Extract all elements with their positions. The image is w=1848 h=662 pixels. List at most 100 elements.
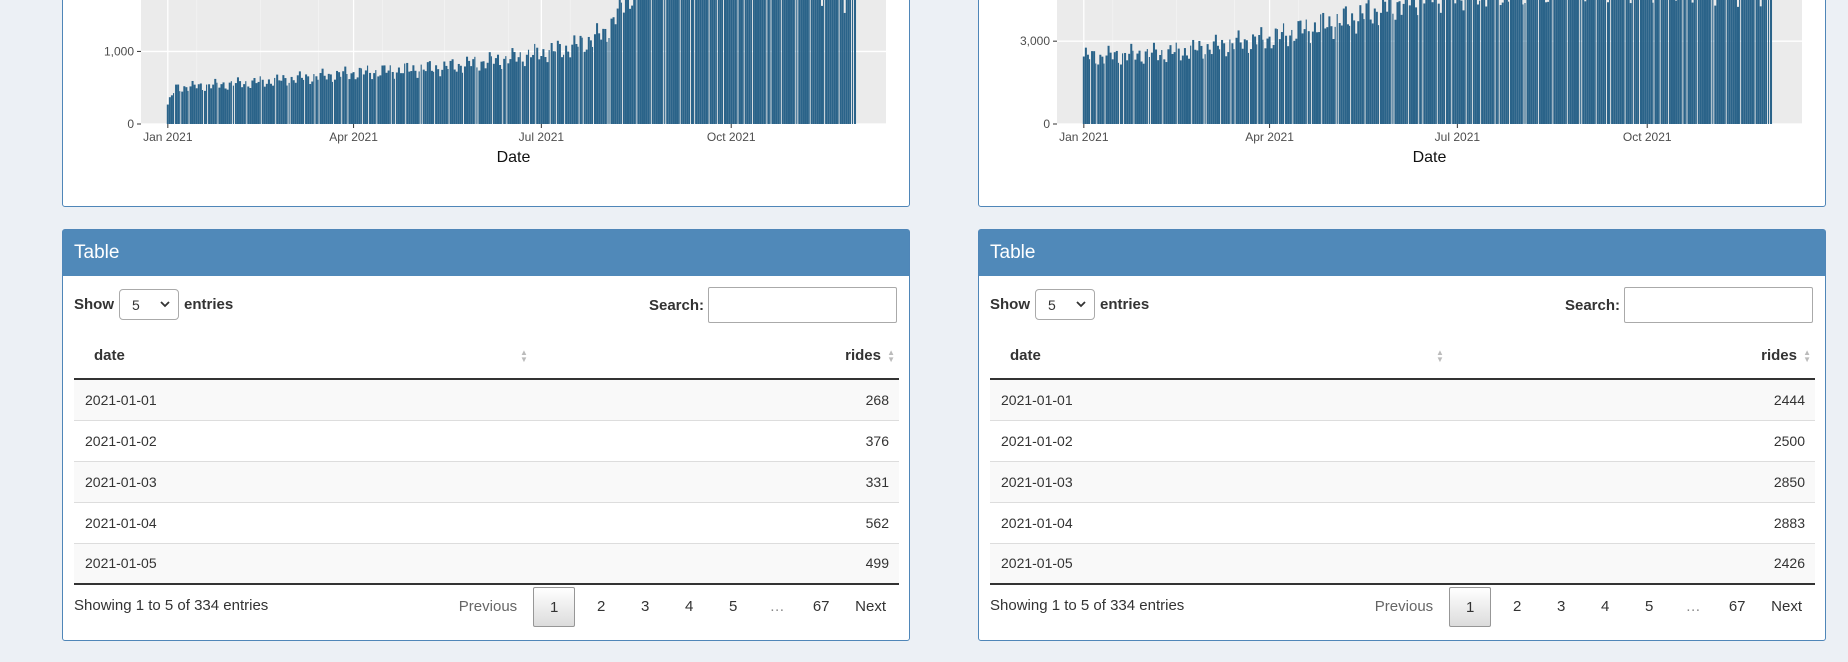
- bar: [290, 76, 293, 124]
- bar: [1117, 62, 1120, 124]
- bar: [1611, 0, 1614, 124]
- x-tick-label: Apr 2021: [1245, 130, 1294, 144]
- page-button-3[interactable]: 3: [1539, 587, 1583, 627]
- bar: [1493, 0, 1495, 124]
- next-button[interactable]: Next: [1759, 587, 1814, 627]
- bar: [466, 56, 469, 125]
- bar: [1431, 2, 1434, 125]
- page-button-2[interactable]: 2: [579, 587, 623, 627]
- bar: [765, 0, 767, 124]
- bar: [1412, 0, 1416, 124]
- bar: [1243, 39, 1246, 124]
- bar: [554, 51, 556, 124]
- page-length-select[interactable]: 5: [1035, 289, 1095, 320]
- column-header-rides[interactable]: rides ▲ ▼: [1488, 332, 1815, 380]
- page-length-select[interactable]: 5: [119, 289, 179, 320]
- bar: [1427, 0, 1430, 124]
- bar: [651, 0, 654, 124]
- bar: [1514, 0, 1517, 124]
- rides-cell: 2883: [1488, 501, 1815, 543]
- bar: [1415, 7, 1418, 125]
- bar: [530, 57, 533, 124]
- bar: [593, 34, 596, 124]
- bar: [313, 74, 315, 124]
- bar: [1355, 33, 1358, 124]
- bar: [1462, 10, 1465, 124]
- page-button-5[interactable]: 5: [711, 587, 755, 627]
- page-button-1[interactable]: 1: [1449, 587, 1492, 627]
- bar: [1293, 40, 1296, 125]
- bar: [643, 0, 646, 124]
- page-button-3[interactable]: 3: [623, 587, 667, 627]
- date-cell: 2021-01-03: [74, 460, 573, 502]
- bar: [1282, 23, 1285, 125]
- bar: [1173, 52, 1176, 124]
- x-tick-label: Jul 2021: [1435, 130, 1481, 144]
- bar: [796, 0, 798, 124]
- bar: [1122, 53, 1124, 124]
- bar: [239, 81, 242, 124]
- bar: [620, 2, 622, 124]
- bar: [1547, 1, 1550, 125]
- sort-icon: ▲ ▼: [887, 348, 895, 364]
- search-label: Search:: [1564, 296, 1620, 314]
- bar: [1545, 2, 1548, 125]
- bar: [1567, 0, 1570, 124]
- x-tick-label: Apr 2021: [329, 130, 378, 144]
- page-button-5[interactable]: 5: [1627, 587, 1671, 627]
- search-input[interactable]: [708, 287, 897, 323]
- column-header-date[interactable]: date ▲ ▼: [74, 332, 573, 380]
- bar: [1196, 50, 1199, 124]
- bar: [521, 61, 524, 124]
- bar: [785, 0, 788, 124]
- column-header-date[interactable]: date ▲ ▼: [990, 332, 1489, 380]
- bar: [1437, 3, 1440, 125]
- bar: [472, 59, 475, 124]
- bar: [1433, 0, 1436, 124]
- page-button-4[interactable]: 4: [667, 587, 711, 627]
- bar: [513, 52, 516, 124]
- previous-button[interactable]: Previous: [1363, 587, 1445, 627]
- bar: [736, 0, 738, 124]
- bar: [340, 76, 342, 124]
- bar: [1254, 36, 1257, 124]
- bar: [534, 43, 536, 124]
- bar: [662, 0, 664, 124]
- bar: [552, 51, 555, 125]
- bar: [216, 82, 218, 124]
- bar: [1732, 0, 1735, 124]
- page-button-4[interactable]: 4: [1583, 587, 1627, 627]
- bar: [1237, 30, 1240, 124]
- y-tick-label: 0: [127, 117, 134, 131]
- bar: [286, 85, 288, 124]
- bar: [193, 84, 196, 124]
- bar: [1450, 0, 1452, 124]
- bar: [1161, 50, 1163, 124]
- bar: [1629, 3, 1632, 125]
- bar: [418, 71, 420, 124]
- bar: [288, 82, 290, 124]
- column-header-rides[interactable]: rides ▲ ▼: [572, 332, 899, 380]
- date-cell: 2021-01-02: [990, 419, 1489, 461]
- bar: [272, 85, 275, 124]
- bar: [833, 0, 836, 124]
- rides-cell: 499: [572, 542, 899, 585]
- page-button-67[interactable]: 67: [1715, 587, 1759, 627]
- bar: [1716, 0, 1719, 124]
- bar: [674, 0, 677, 124]
- bar: [1677, 0, 1680, 124]
- search-input[interactable]: [1624, 287, 1813, 323]
- bar: [494, 58, 497, 124]
- page-button-2[interactable]: 2: [1495, 587, 1539, 627]
- bar: [499, 65, 502, 124]
- bar: [1258, 35, 1261, 124]
- page-button-67[interactable]: 67: [799, 587, 843, 627]
- next-button[interactable]: Next: [843, 587, 898, 627]
- previous-button[interactable]: Previous: [447, 587, 529, 627]
- bar: [1148, 57, 1150, 125]
- bar: [428, 61, 431, 124]
- page-button-1[interactable]: 1: [533, 587, 576, 627]
- bar: [311, 81, 314, 124]
- bar: [787, 0, 790, 124]
- bar: [1695, 0, 1697, 124]
